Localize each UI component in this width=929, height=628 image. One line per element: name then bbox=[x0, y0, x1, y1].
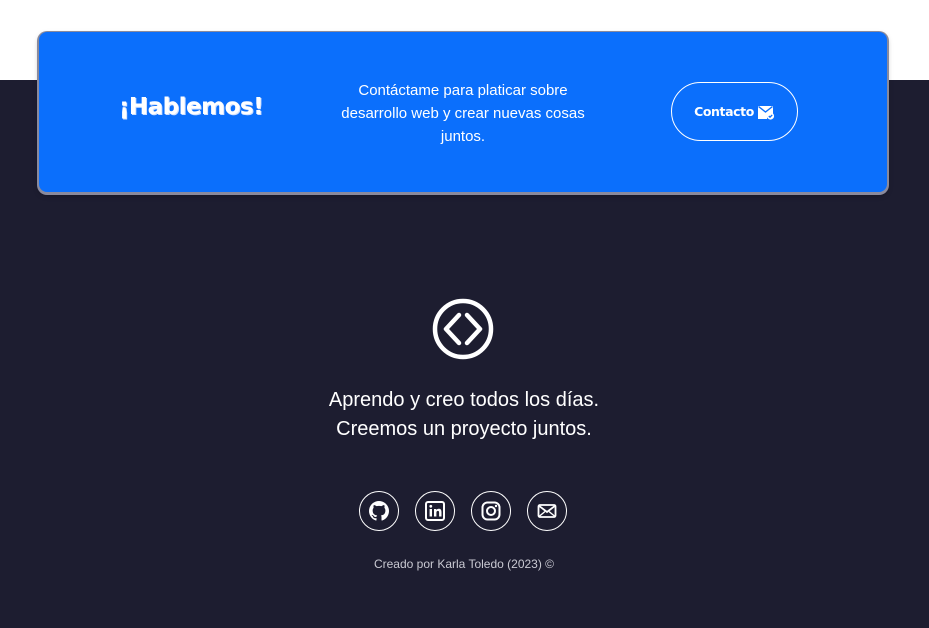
envelope-check-icon bbox=[757, 105, 775, 120]
footer-credit: Creado por Karla Toledo (2023) © bbox=[373, 557, 555, 571]
instagram-link[interactable] bbox=[471, 491, 511, 531]
code-diamond-icon bbox=[432, 298, 494, 360]
github-icon bbox=[369, 501, 389, 521]
social-links bbox=[359, 491, 567, 531]
contact-cta-card: ¡Hablemos! Contáctame para platicar sobr… bbox=[39, 32, 887, 192]
cta-title: ¡Hablemos! bbox=[118, 94, 264, 120]
contact-button[interactable]: Contacto bbox=[671, 82, 798, 141]
cta-description: Contáctame para platicar sobre desarroll… bbox=[341, 82, 585, 145]
tagline-line-1: Aprendo y creo todos los días. bbox=[328, 389, 600, 411]
github-link[interactable] bbox=[359, 491, 399, 531]
mail-icon bbox=[537, 504, 557, 518]
email-link[interactable] bbox=[527, 491, 567, 531]
linkedin-link[interactable] bbox=[415, 491, 455, 531]
contact-button-label: Contacto bbox=[694, 104, 754, 119]
footer-tagline: Aprendo y creo todos los días. Creemos u… bbox=[264, 386, 664, 444]
tagline-line-2: Creemos un proyecto juntos. bbox=[336, 418, 592, 440]
linkedin-icon bbox=[425, 501, 445, 521]
instagram-icon bbox=[481, 501, 501, 521]
